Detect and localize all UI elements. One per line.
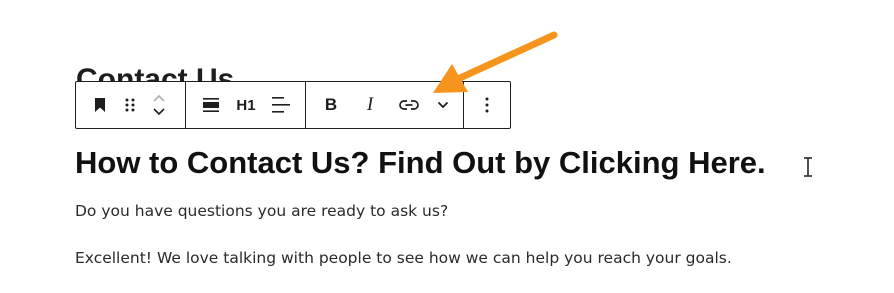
bookmark-icon — [93, 97, 107, 113]
align-left-icon — [272, 97, 290, 113]
move-up-button[interactable] — [152, 93, 166, 103]
paragraph-block[interactable]: Do you have questions you are ready to a… — [75, 200, 448, 222]
text-cursor-icon — [802, 157, 814, 182]
block-toolbar: H1 B I — [75, 81, 511, 129]
heading-level-button[interactable]: H1 — [222, 87, 270, 123]
link-button[interactable] — [394, 87, 424, 123]
selected-heading-block[interactable]: How to Contact Us? Find Out by Clicking … — [75, 143, 766, 183]
format-group: B I — [305, 82, 463, 128]
kebab-menu-icon — [485, 97, 489, 113]
page-title[interactable]: Contact Us — [76, 62, 234, 81]
align-button[interactable] — [200, 87, 222, 123]
align-wide-icon — [203, 98, 219, 112]
drag-handle-icon — [124, 97, 136, 113]
block-controls-group — [76, 82, 185, 128]
bold-label: B — [324, 95, 338, 114]
block-settings-group: H1 — [185, 82, 305, 128]
options-group — [463, 82, 510, 128]
drag-handle[interactable] — [112, 87, 148, 123]
link-icon — [399, 99, 419, 111]
chevron-up-icon — [153, 94, 165, 102]
block-type-button[interactable] — [88, 87, 112, 123]
options-button[interactable] — [472, 87, 502, 123]
more-formatting-button[interactable] — [428, 87, 458, 123]
italic-label: I — [366, 94, 374, 115]
move-controls — [148, 85, 170, 125]
chevron-down-icon — [153, 108, 165, 116]
paragraph-block[interactable]: Excellent! We love talking with people t… — [75, 247, 732, 269]
italic-button[interactable]: I — [352, 87, 388, 123]
move-down-button[interactable] — [152, 107, 166, 117]
chevron-down-icon — [437, 101, 449, 109]
heading-level-label: H1 — [236, 96, 256, 114]
bold-button[interactable]: B — [320, 87, 342, 123]
text-align-button[interactable] — [270, 87, 292, 123]
